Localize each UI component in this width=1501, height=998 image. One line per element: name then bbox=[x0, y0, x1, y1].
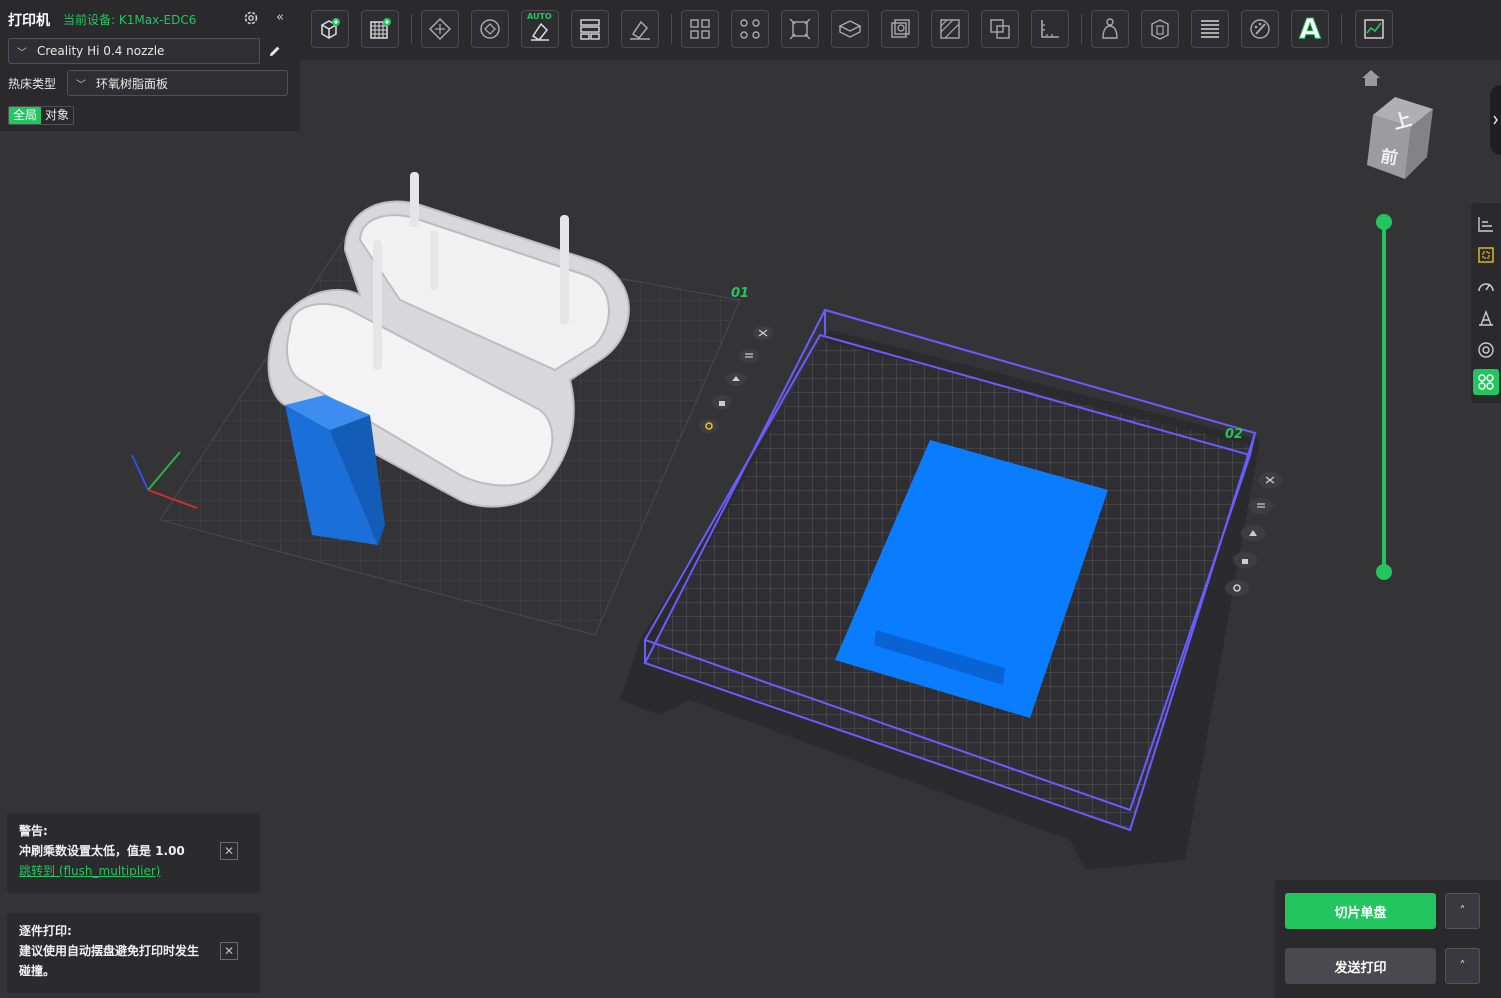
plate-01-menu[interactable] bbox=[738, 348, 760, 368]
plate-02-label: 02 bbox=[1225, 427, 1244, 442]
close-icon bbox=[753, 326, 773, 340]
sequential-print-notice: 逐件打印: 建议使用自动摆盘避免打印时发生 碰撞。 ✕ bbox=[7, 913, 260, 993]
warning-close-button[interactable]: ✕ bbox=[220, 842, 238, 860]
warning-title: 警告: bbox=[19, 824, 48, 838]
plate-01-label: 01 bbox=[731, 286, 750, 301]
speed-tool[interactable] bbox=[1473, 274, 1499, 300]
flush-multiplier-link[interactable]: 跳转到 (flush_multiplier) bbox=[19, 861, 248, 881]
sequential-title: 逐件打印: bbox=[19, 924, 72, 938]
sequential-close-button[interactable]: ✕ bbox=[220, 942, 238, 960]
sidebar-expand-tab[interactable] bbox=[1490, 85, 1501, 155]
settings-icon bbox=[699, 419, 719, 433]
chevron-right-icon bbox=[1493, 115, 1498, 125]
lock-icon bbox=[1233, 552, 1257, 568]
slice-plate-button[interactable]: 切片单盘 bbox=[1285, 893, 1436, 929]
plate-02-orient[interactable] bbox=[1240, 524, 1266, 546]
home-view-button[interactable] bbox=[1360, 68, 1382, 92]
plate-01-lock[interactable] bbox=[711, 394, 733, 414]
home-icon bbox=[1362, 70, 1380, 86]
menu-icon bbox=[1249, 498, 1273, 514]
orient-icon bbox=[726, 372, 746, 386]
lock-icon bbox=[712, 395, 732, 409]
plate-02-menu[interactable] bbox=[1248, 497, 1274, 519]
warning-notice: 警告: 冲刷乘数设置太低，值是 1.00 跳转到 (flush_multipli… bbox=[7, 813, 260, 893]
slice-preview-icon bbox=[1478, 374, 1494, 390]
warning-body: 冲刷乘数设置太低，值是 1.00 bbox=[19, 844, 185, 858]
orient-icon bbox=[1241, 525, 1265, 541]
align-icon bbox=[1478, 217, 1493, 232]
close-icon: ✕ bbox=[223, 944, 235, 958]
sequential-body-line2: 碰撞。 bbox=[19, 964, 56, 978]
action-panel: 切片单盘 ˄ 发送打印 ˄ bbox=[1275, 880, 1501, 998]
support-icon bbox=[1479, 310, 1493, 326]
plate-01-settings[interactable] bbox=[698, 418, 720, 438]
measure-icon bbox=[1478, 342, 1494, 358]
object-list-tool[interactable] bbox=[1473, 242, 1499, 268]
send-print-button[interactable]: 发送打印 bbox=[1285, 948, 1436, 984]
plate-01-close[interactable] bbox=[752, 325, 774, 345]
align-tool[interactable] bbox=[1473, 211, 1499, 237]
measure-tool[interactable] bbox=[1473, 337, 1499, 363]
view-cube[interactable]: 上 前 bbox=[1365, 95, 1437, 180]
send-options-caret[interactable]: ˄ bbox=[1445, 948, 1480, 984]
side-tools bbox=[1471, 203, 1501, 403]
settings-icon bbox=[1225, 580, 1249, 596]
sequential-body-line1: 建议使用自动摆盘避免打印时发生 bbox=[19, 944, 200, 958]
plate-02-close[interactable] bbox=[1257, 471, 1283, 493]
slice-preview-tool[interactable] bbox=[1473, 369, 1499, 395]
object-list-icon bbox=[1478, 247, 1494, 263]
close-icon: ✕ bbox=[223, 844, 235, 858]
layer-slider-track[interactable] bbox=[1382, 222, 1386, 572]
plate-02-lock[interactable] bbox=[1232, 551, 1258, 573]
layer-slider-bottom-handle[interactable] bbox=[1376, 564, 1392, 580]
plate-01-orient[interactable] bbox=[725, 371, 747, 391]
slice-options-caret[interactable]: ˄ bbox=[1445, 893, 1480, 929]
speed-icon bbox=[1478, 283, 1494, 292]
plate-02-settings[interactable] bbox=[1224, 579, 1250, 601]
menu-icon bbox=[739, 349, 759, 363]
layer-slider-top-handle[interactable] bbox=[1376, 214, 1392, 230]
support-tool[interactable] bbox=[1473, 305, 1499, 331]
close-icon bbox=[1258, 472, 1282, 488]
